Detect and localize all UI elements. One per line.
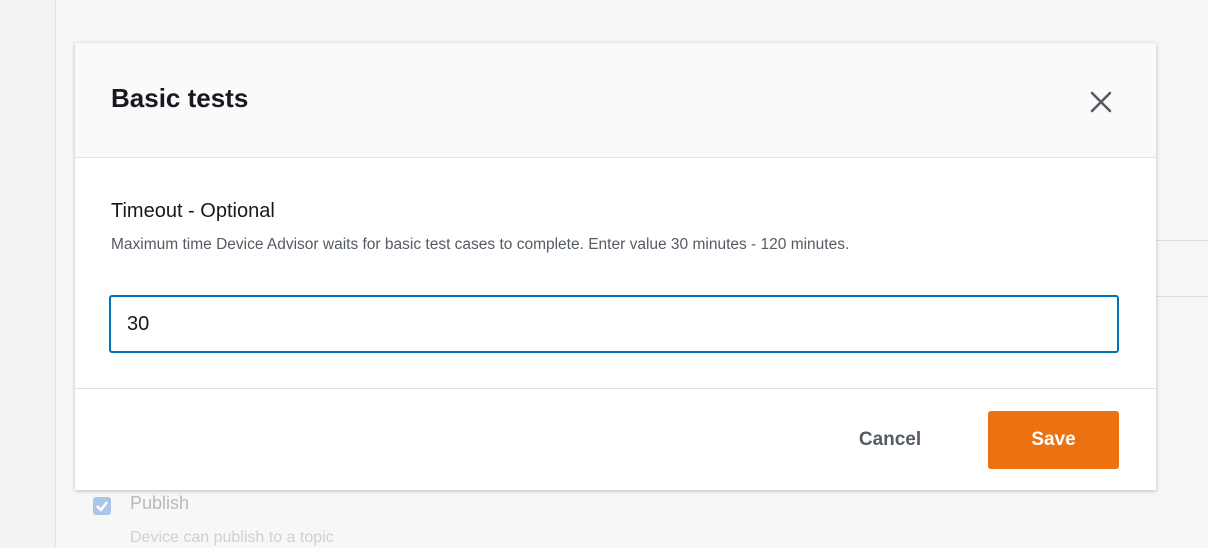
publish-checkbox-description: Device can publish to a topic <box>130 529 334 546</box>
modal-footer: Cancel Save <box>75 389 1156 490</box>
modal-body: Timeout - Optional Maximum time Device A… <box>75 158 1156 389</box>
timeout-label: Timeout - Optional <box>111 200 275 222</box>
publish-checkbox[interactable] <box>93 497 111 515</box>
close-button[interactable] <box>1087 88 1115 116</box>
background-divider <box>1155 240 1208 241</box>
checkmark-icon <box>96 501 108 512</box>
timeout-input[interactable] <box>109 295 1119 353</box>
modal-header: Basic tests <box>75 43 1156 158</box>
save-button[interactable]: Save <box>988 411 1119 469</box>
cancel-button[interactable]: Cancel <box>835 411 945 469</box>
close-icon <box>1090 91 1112 113</box>
modal-title: Basic tests <box>111 83 249 113</box>
background-divider <box>1155 296 1208 297</box>
timeout-description: Maximum time Device Advisor waits for ba… <box>111 236 850 253</box>
publish-checkbox-label: Publish <box>130 493 190 513</box>
basic-tests-modal: Basic tests Timeout - Optional Maximum t… <box>75 43 1156 490</box>
